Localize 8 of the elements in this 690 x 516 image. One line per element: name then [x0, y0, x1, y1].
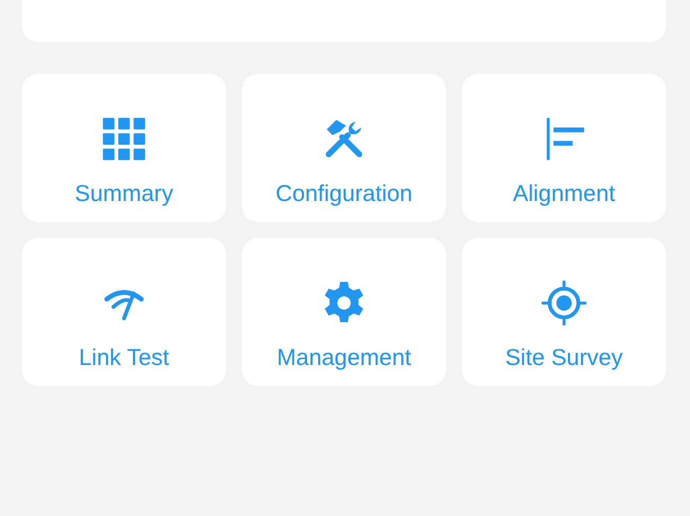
- target-icon: [541, 280, 587, 326]
- menu-tile[interactable]: Site Survey: [462, 238, 666, 386]
- grid-icon: [101, 116, 147, 162]
- menu-tile[interactable]: Link Test: [22, 238, 226, 386]
- menu-tile[interactable]: Alignment: [462, 74, 666, 222]
- menu-tile[interactable]: Configuration: [242, 74, 446, 222]
- menu-tile[interactable]: Summary: [22, 74, 226, 222]
- menu-tile[interactable]: Management: [242, 238, 446, 386]
